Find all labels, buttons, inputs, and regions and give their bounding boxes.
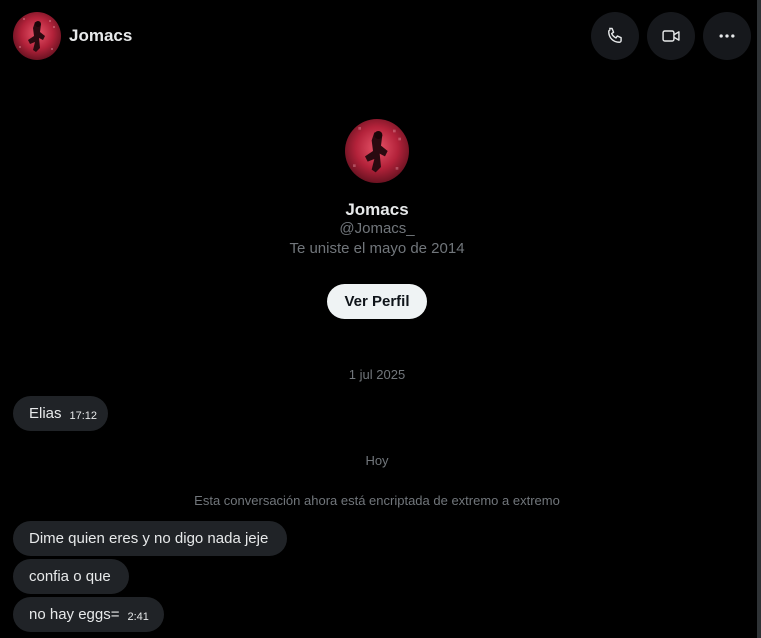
video-call-button[interactable] — [647, 12, 695, 60]
message-time: 17:12 — [69, 410, 98, 422]
message-bubble[interactable]: Elias 17:12 — [13, 396, 108, 431]
message-bubble[interactable]: no hay eggs= 2:41 — [13, 597, 164, 632]
conversation-header: Jomacs — [0, 0, 757, 72]
more-options-button[interactable] — [703, 12, 751, 60]
message-text: Dime quien eres y no digo nada jeje — [29, 530, 269, 547]
contact-name[interactable]: Jomacs — [69, 26, 132, 46]
profile-name: Jomacs — [345, 200, 409, 219]
profile-avatar[interactable] — [345, 119, 409, 183]
phone-icon — [608, 27, 622, 43]
video-icon — [662, 30, 680, 42]
message-text: Elias — [29, 405, 62, 422]
dm-conversation-page: Jomacs Jomacs @Jomacs_ Te uniste el mayo… — [0, 0, 761, 638]
view-profile-button[interactable]: Ver Perfil — [327, 284, 427, 319]
profile-handle: @Jomacs_ — [339, 220, 415, 237]
message-text: confia o que — [29, 568, 111, 585]
message-bubble[interactable]: confia o que — [13, 559, 129, 594]
message-time: 2:41 — [127, 611, 149, 623]
date-separator: Hoy — [365, 453, 389, 468]
more-horizontal-icon — [719, 34, 735, 38]
encryption-notice: Esta conversación ahora está encriptada … — [194, 493, 560, 508]
message-bubble[interactable]: Dime quien eres y no digo nada jeje — [13, 521, 287, 556]
contact-avatar[interactable] — [13, 12, 61, 60]
message-text: no hay eggs= — [29, 606, 120, 623]
date-separator: 1 jul 2025 — [348, 367, 406, 382]
profile-joined-date: Te uniste el mayo de 2014 — [289, 240, 465, 257]
call-button[interactable] — [591, 12, 639, 60]
scrollbar[interactable] — [757, 0, 761, 638]
